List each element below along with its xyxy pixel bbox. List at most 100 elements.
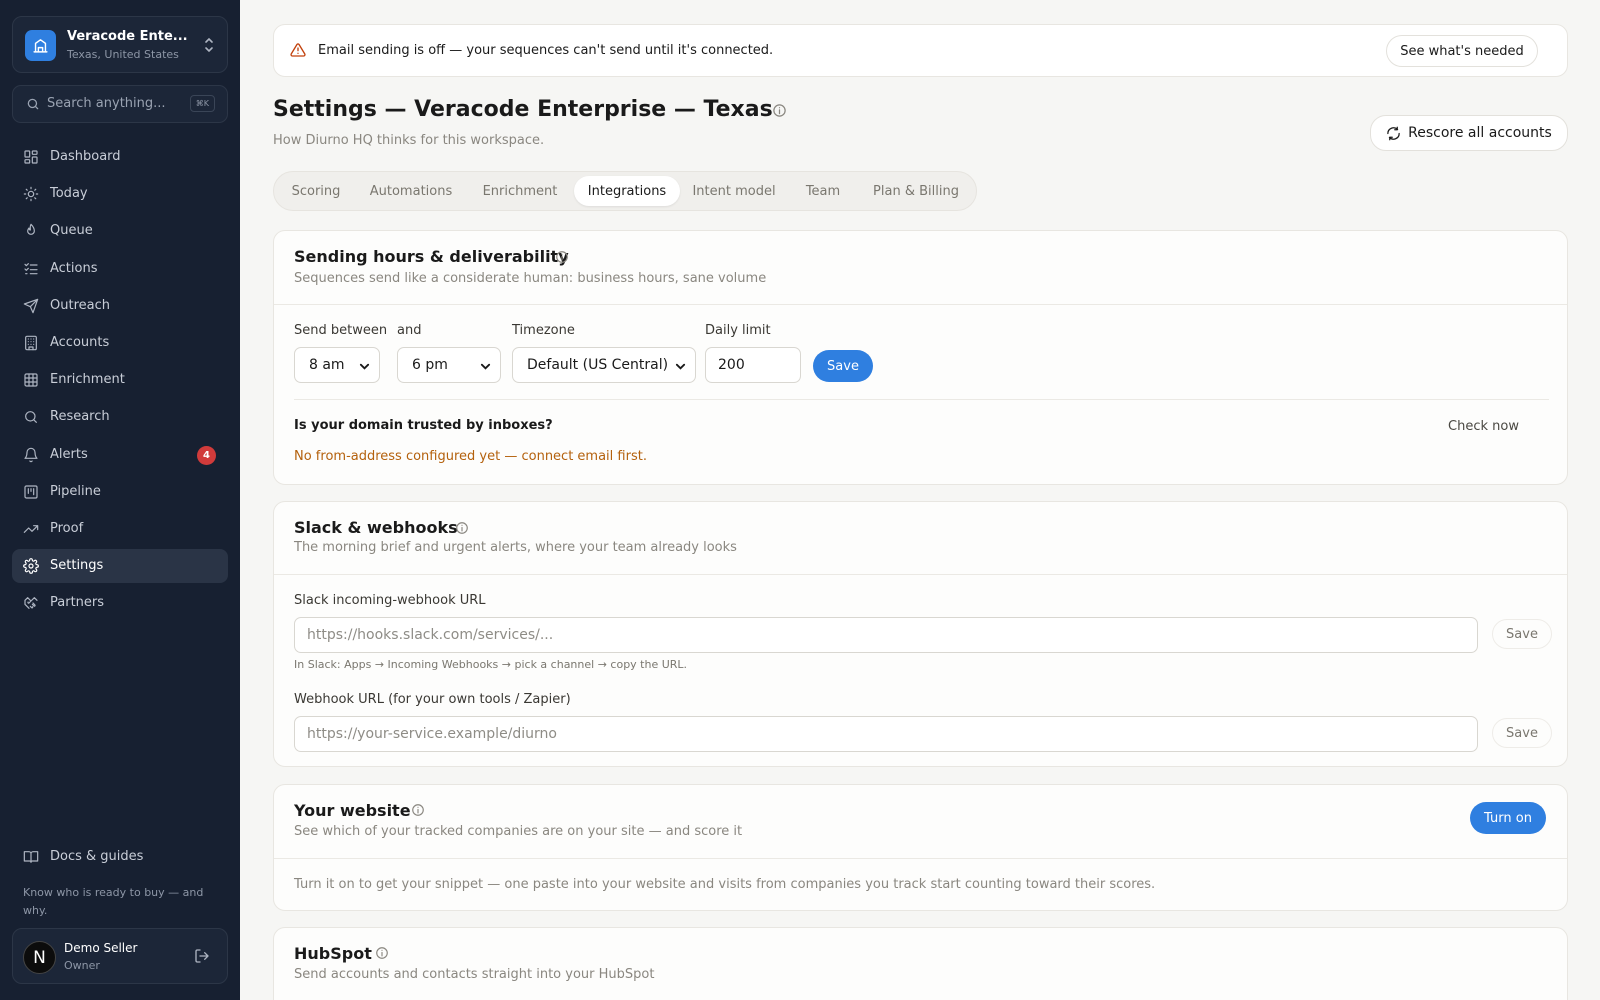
see-whats-needed-button[interactable]: See what's needed xyxy=(1386,35,1538,67)
book-icon xyxy=(23,851,39,863)
sidebar-item-enrichment[interactable]: Enrichment xyxy=(12,363,228,397)
search-input[interactable]: Search anything... ⌘K xyxy=(12,85,228,123)
sidebar: Veracode Ente... Texas, United States Se… xyxy=(0,0,240,1000)
sidebar-item-alerts[interactable]: Alerts 4 xyxy=(12,438,228,472)
page-title: Settings — Veracode Enterprise — Texas xyxy=(273,97,773,122)
timezone-label: Timezone xyxy=(512,323,575,338)
divider xyxy=(274,574,1567,575)
search-icon xyxy=(25,411,37,423)
sidebar-item-label: Proof xyxy=(50,521,84,536)
send-start-value: 8 am xyxy=(309,357,345,373)
tab-scoring[interactable]: Scoring xyxy=(278,176,354,206)
table-icon xyxy=(24,373,38,387)
logout-icon[interactable] xyxy=(194,948,210,964)
sidebar-item-label: Queue xyxy=(50,223,93,238)
tab-enrichment[interactable]: Enrichment xyxy=(470,176,570,206)
daily-limit-input[interactable]: 200 xyxy=(705,347,801,383)
sidebar-item-settings[interactable]: Settings xyxy=(12,549,228,583)
rescore-all-label: Rescore all accounts xyxy=(1408,125,1552,141)
sidebar-item-proof[interactable]: Proof xyxy=(12,512,228,546)
info-icon[interactable] xyxy=(772,103,787,118)
tab-intent-model[interactable]: Intent model xyxy=(682,176,786,206)
webhook-url-input[interactable]: https://your-service.example/diurno xyxy=(294,716,1478,752)
sidebar-item-label: Actions xyxy=(50,261,98,276)
sidebar-item-label: Pipeline xyxy=(50,484,101,499)
card-title: Slack & webhooks xyxy=(294,518,458,537)
divider xyxy=(274,304,1567,305)
refresh-icon xyxy=(1387,126,1400,140)
chevron-down-icon xyxy=(480,363,491,370)
trend-icon xyxy=(23,525,39,533)
sidebar-item-actions[interactable]: Actions xyxy=(12,252,228,286)
tab-automations[interactable]: Automations xyxy=(360,176,462,206)
info-icon[interactable] xyxy=(455,521,469,535)
send-end-select[interactable]: 6 pm xyxy=(397,347,501,383)
tab-integrations[interactable]: Integrations xyxy=(574,176,680,206)
domain-question: Is your domain trusted by inboxes? xyxy=(294,418,553,433)
card-subtitle: Sequences send like a considerate human:… xyxy=(294,271,767,286)
sidebar-item-accounts[interactable]: Accounts xyxy=(12,326,228,360)
user-card[interactable]: N Demo Seller Owner xyxy=(12,928,228,984)
card-subtitle: The morning brief and urgent alerts, whe… xyxy=(294,540,737,555)
main-content: Email sending is off — your sequences ca… xyxy=(240,0,1600,1000)
send-end-value: 6 pm xyxy=(412,357,448,373)
timezone-select[interactable]: Default (US Central) xyxy=(512,347,696,383)
grid-icon xyxy=(24,150,38,164)
slack-webhooks-card: Slack & webhooks The morning brief and u… xyxy=(273,501,1568,767)
card-title: Your website xyxy=(294,801,411,820)
page-subtitle: How Diurno HQ thinks for this workspace. xyxy=(273,133,545,148)
handshake-icon xyxy=(24,597,38,609)
hubspot-card: HubSpot Send accounts and contacts strai… xyxy=(273,927,1568,1000)
sidebar-item-label: Partners xyxy=(50,595,105,610)
tagline: Know who is ready to buy — and why. xyxy=(23,886,204,917)
sidebar-item-queue[interactable]: Queue xyxy=(12,214,228,248)
and-label: and xyxy=(397,323,422,338)
bell-icon xyxy=(24,447,38,463)
workspace-switcher[interactable]: Veracode Ente... Texas, United States xyxy=(12,16,228,73)
alert-count-badge: 4 xyxy=(197,446,216,465)
sidebar-item-partners[interactable]: Partners xyxy=(12,586,228,620)
divider xyxy=(274,858,1567,859)
save-webhook-button[interactable]: Save xyxy=(1492,718,1552,748)
sidebar-item-docs[interactable]: Docs & guides xyxy=(12,840,228,874)
chevron-down-icon xyxy=(359,363,370,370)
avatar: N xyxy=(23,941,56,974)
card-title: Sending hours & deliverability xyxy=(294,247,569,266)
sidebar-item-label: Today xyxy=(50,186,88,201)
sidebar-item-research[interactable]: Research xyxy=(12,400,228,434)
tab-plan-billing[interactable]: Plan & Billing xyxy=(858,176,974,206)
sidebar-item-pipeline[interactable]: Pipeline xyxy=(12,475,228,509)
slack-url-label: Slack incoming-webhook URL xyxy=(294,593,486,608)
sending-hours-card: Sending hours & deliverability Sequences… xyxy=(273,230,1568,485)
sidebar-item-outreach[interactable]: Outreach xyxy=(12,289,228,323)
turn-on-button[interactable]: Turn on xyxy=(1470,802,1546,834)
tab-team[interactable]: Team xyxy=(792,176,854,206)
info-icon[interactable] xyxy=(375,946,389,960)
workspace-location: Texas, United States xyxy=(67,48,179,61)
sun-icon xyxy=(23,186,39,202)
info-icon[interactable] xyxy=(555,250,569,264)
user-name: Demo Seller xyxy=(64,941,138,955)
save-slack-button[interactable]: Save xyxy=(1492,619,1552,649)
card-title: HubSpot xyxy=(294,944,372,963)
building-icon xyxy=(25,335,37,351)
user-role: Owner xyxy=(64,959,100,972)
send-start-select[interactable]: 8 am xyxy=(294,347,380,383)
sidebar-item-label: Docs & guides xyxy=(50,849,144,864)
save-sending-button[interactable]: Save xyxy=(813,350,873,382)
slack-url-input[interactable]: https://hooks.slack.com/services/... xyxy=(294,617,1478,653)
webhook-url-label: Webhook URL (for your own tools / Zapier… xyxy=(294,692,571,707)
search-shortcut: ⌘K xyxy=(189,95,215,112)
settings-tabs: Scoring Automations Enrichment Integrations… xyxy=(273,171,977,211)
sidebar-item-label: Accounts xyxy=(50,335,110,350)
sidebar-item-today[interactable]: Today xyxy=(12,177,228,211)
check-now-button[interactable]: Check now xyxy=(1448,419,1519,434)
sidebar-item-dashboard[interactable]: Dashboard xyxy=(12,140,228,174)
card-subtitle: Send accounts and contacts straight into… xyxy=(294,967,655,982)
list-check-icon xyxy=(24,263,38,275)
email-warning-banner: Email sending is off — your sequences ca… xyxy=(273,24,1568,77)
timezone-value: Default (US Central) xyxy=(527,357,669,373)
website-card: Your website See which of your tracked c… xyxy=(273,784,1568,911)
info-icon[interactable] xyxy=(411,803,425,817)
rescore-all-button[interactable]: Rescore all accounts xyxy=(1370,115,1568,151)
